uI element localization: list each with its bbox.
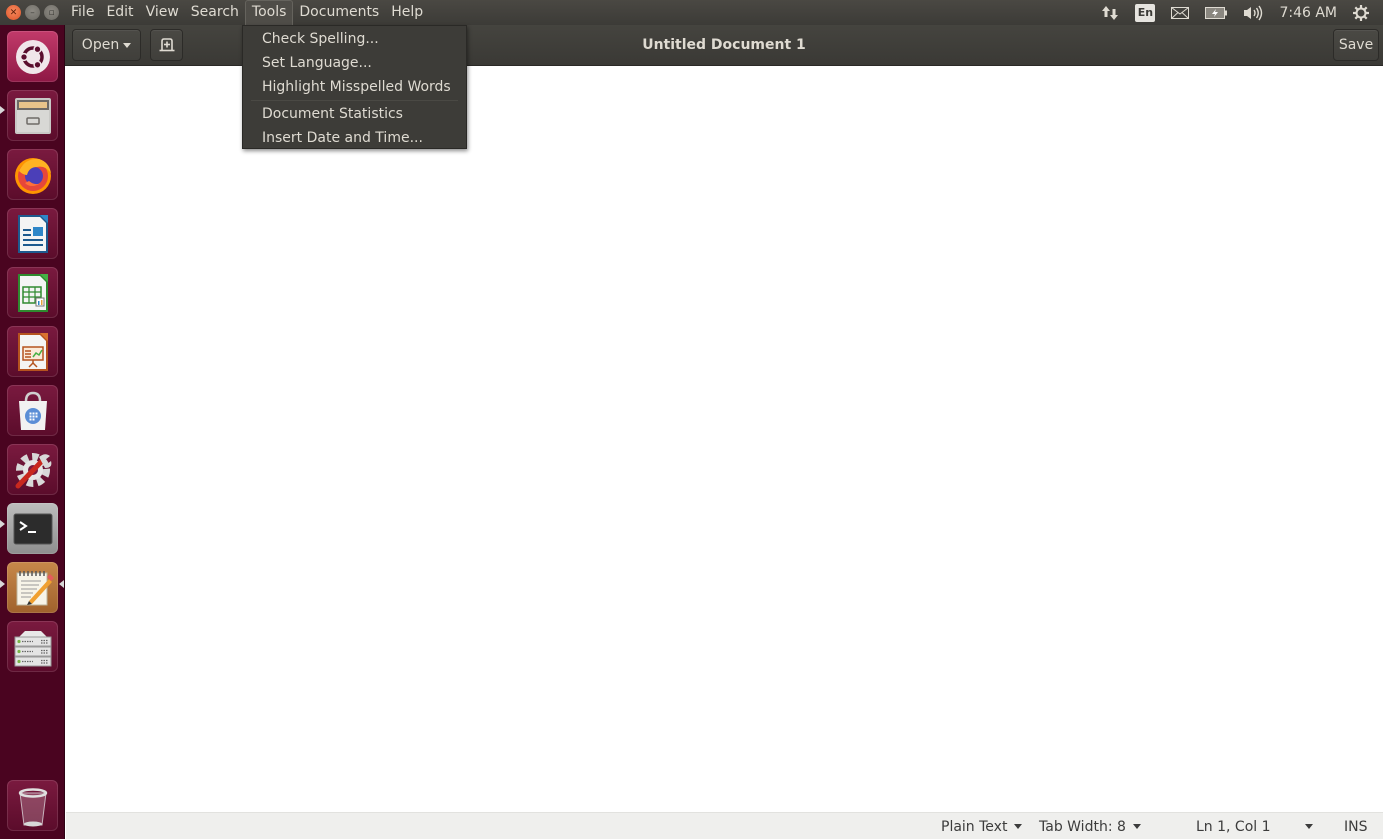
tab-width-selector[interactable]: Tab Width: 8 (1039, 813, 1141, 839)
settings-wrench-icon (15, 452, 51, 488)
file-cabinet-icon (14, 97, 51, 134)
minimize-window-button[interactable]: – (25, 5, 40, 20)
close-icon: ✕ (9, 7, 18, 18)
minimize-icon: – (30, 7, 35, 18)
language-label: Plain Text (941, 818, 1008, 835)
menu-separator (251, 100, 458, 101)
gear-icon (1353, 4, 1369, 21)
maximize-window-button[interactable]: ▫ (44, 5, 59, 20)
running-indicator (0, 520, 5, 528)
open-button-label: Open (81, 37, 120, 53)
chevron-down-icon (123, 42, 132, 48)
position-menu-button[interactable] (1305, 813, 1313, 839)
trash-icon (18, 787, 47, 826)
new-document-button[interactable] (150, 29, 183, 61)
new-tab-icon (159, 38, 174, 52)
cursor-position[interactable]: Ln 1, Col 1 (1196, 813, 1271, 839)
launcher-item-impress[interactable] (7, 326, 58, 377)
insert-mode-label: INS (1344, 818, 1368, 835)
volume-icon (1244, 5, 1263, 20)
menu-item-set-language[interactable]: Set Language... (243, 51, 466, 75)
statusbar: Plain Text Tab Width: 8 Ln 1, Col 1 INS (66, 812, 1383, 839)
chevron-down-icon (1014, 824, 1023, 829)
firefox-icon (14, 157, 51, 194)
mail-indicator[interactable] (1163, 0, 1197, 25)
menu-item-check-spelling[interactable]: Check Spelling... (243, 27, 466, 51)
menu-item-highlight-misspelled[interactable]: Highlight Misspelled Words (243, 75, 466, 99)
menu-item-document-statistics[interactable]: Document Statistics (243, 102, 466, 126)
ubuntu-logo-icon (15, 39, 50, 74)
open-button[interactable]: Open (72, 29, 141, 61)
save-button[interactable]: Save (1333, 29, 1379, 61)
impress-icon (17, 332, 48, 371)
terminal-icon (13, 513, 52, 544)
volume-indicator[interactable] (1235, 0, 1271, 25)
launcher-item-writer[interactable] (7, 208, 58, 259)
menu-edit[interactable]: Edit (100, 0, 139, 25)
mail-icon (1171, 6, 1190, 19)
launcher-item-firefox[interactable] (7, 149, 58, 200)
clock[interactable]: 7:46 AM (1271, 0, 1345, 25)
launcher-item-calc[interactable] (7, 267, 58, 318)
text-editor-area[interactable] (66, 66, 1383, 812)
launcher-item-settings[interactable] (7, 444, 58, 495)
desktop-screen: ✕ – ▫ File Edit View Search Tools Docume… (0, 0, 1383, 839)
menu-tools[interactable]: Tools (244, 0, 294, 25)
launcher-item-server[interactable] (7, 621, 58, 672)
menubar: File Edit View Search Tools Documents He… (65, 0, 429, 25)
top-panel: ✕ – ▫ File Edit View Search Tools Docume… (0, 0, 1383, 25)
menu-view[interactable]: View (140, 0, 185, 25)
launcher-item-software[interactable] (7, 385, 58, 436)
maximize-icon: ▫ (48, 7, 55, 18)
running-indicator (0, 580, 5, 588)
chevron-down-icon (1305, 824, 1313, 829)
window-controls: ✕ – ▫ (6, 5, 59, 20)
launcher-item-trash[interactable] (7, 780, 58, 831)
keyboard-layout-label: En (1135, 3, 1156, 22)
text-editor-icon (16, 570, 54, 605)
menu-help[interactable]: Help (385, 0, 429, 25)
calc-icon (17, 273, 48, 312)
insert-mode[interactable]: INS (1344, 813, 1368, 839)
network-transfer-icon (1102, 5, 1119, 20)
battery-indicator[interactable] (1197, 0, 1235, 25)
tab-width-label: Tab Width: 8 (1039, 818, 1126, 835)
chevron-down-icon (1132, 824, 1141, 829)
cursor-position-label: Ln 1, Col 1 (1196, 818, 1271, 835)
menu-search[interactable]: Search (185, 0, 245, 25)
menu-file[interactable]: File (65, 0, 100, 25)
shopping-bag-icon (18, 391, 47, 430)
keyboard-layout-indicator[interactable]: En (1127, 0, 1163, 25)
launcher-item-files[interactable] (7, 90, 58, 141)
launcher-item-text-editor[interactable] (7, 562, 58, 613)
system-menu[interactable] (1345, 0, 1377, 25)
focused-indicator (59, 580, 64, 588)
network-indicator[interactable] (1093, 0, 1127, 25)
indicator-area: En 7:46 AM (1093, 0, 1383, 25)
close-window-button[interactable]: ✕ (6, 5, 21, 20)
launcher-item-terminal[interactable] (7, 503, 58, 554)
server-rack-icon (14, 630, 51, 666)
tools-dropdown-menu: Check Spelling... Set Language... Highli… (242, 25, 467, 149)
running-indicator (0, 106, 5, 114)
menu-documents[interactable]: Documents (293, 0, 385, 25)
language-selector[interactable]: Plain Text (941, 813, 1023, 839)
writer-icon (17, 214, 48, 253)
battery-charging-icon (1205, 6, 1228, 19)
launcher (0, 25, 65, 839)
launcher-item-dash[interactable] (7, 31, 58, 82)
menu-item-insert-date-time[interactable]: Insert Date and Time... (243, 126, 466, 150)
